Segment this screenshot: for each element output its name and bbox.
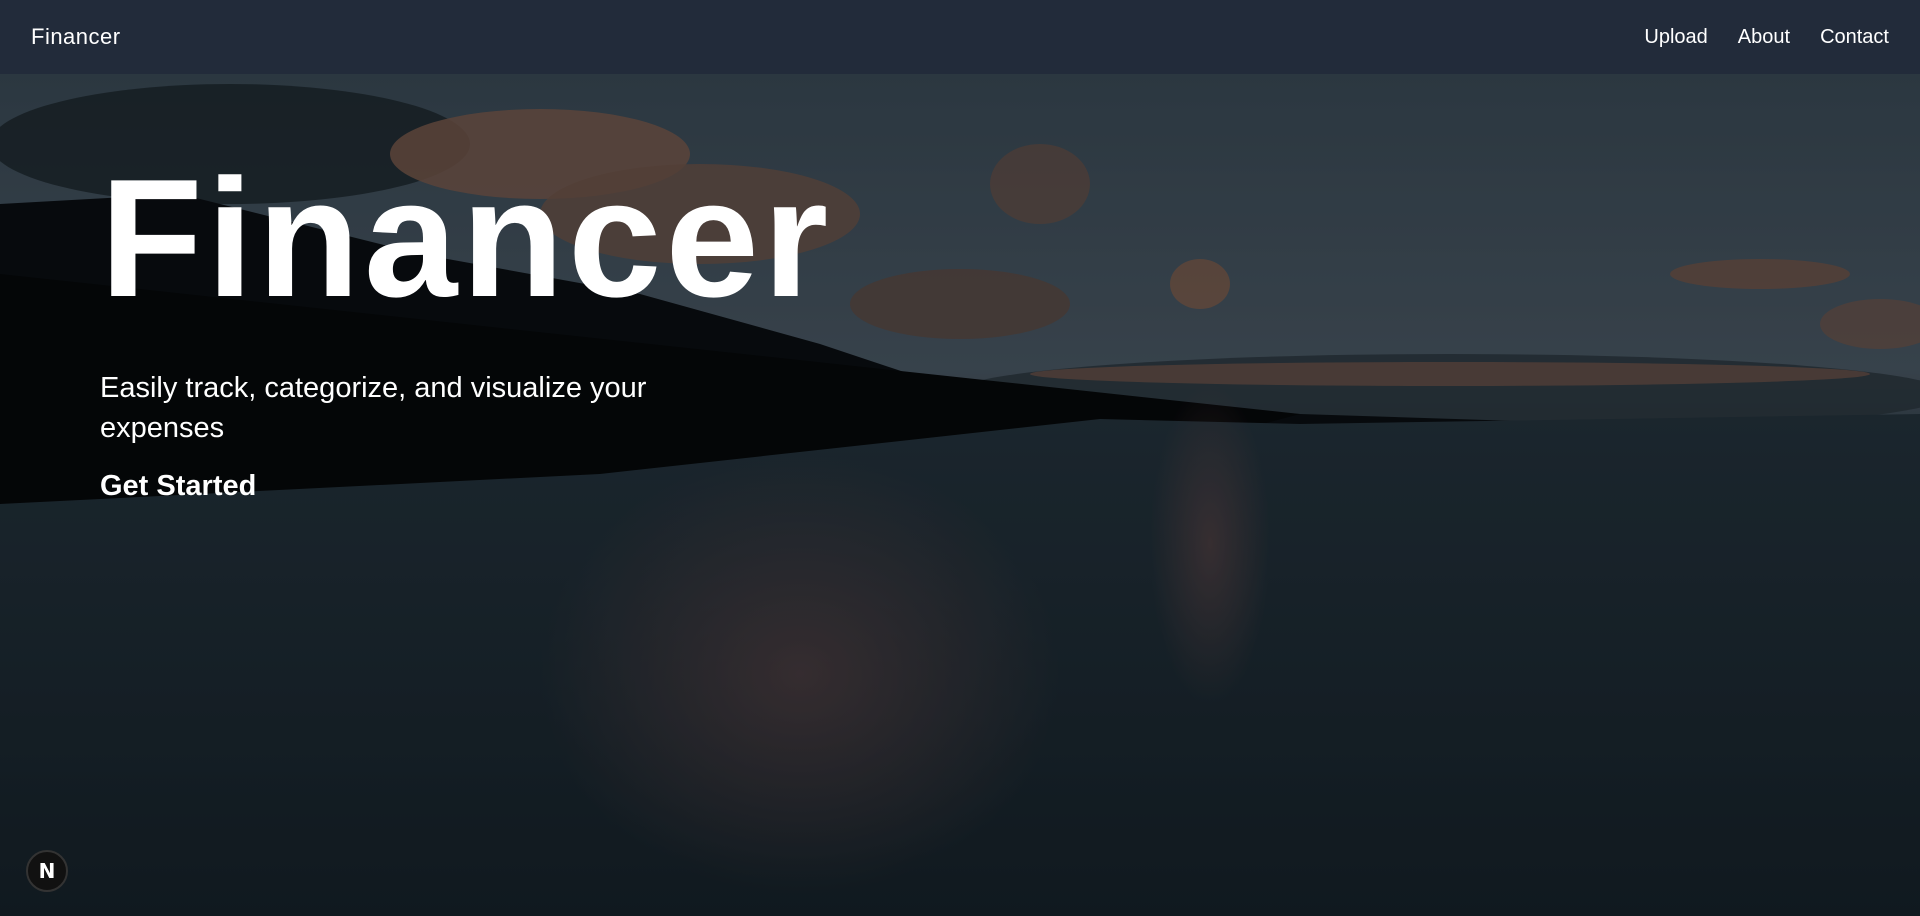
nav-about-link[interactable]: About (1738, 26, 1790, 49)
brand-logo[interactable]: Financer (31, 24, 121, 50)
get-started-button[interactable]: Get Started (100, 470, 256, 503)
nav-links: Upload About Contact (1644, 26, 1889, 49)
hero-section: Financer Easily track, categorize, and v… (0, 74, 1920, 916)
nav-contact-link[interactable]: Contact (1820, 26, 1889, 49)
navbar: Financer Upload About Contact (0, 0, 1920, 74)
nav-upload-link[interactable]: Upload (1644, 26, 1707, 49)
nextjs-icon[interactable]: N (26, 850, 68, 892)
nextjs-letter: N (38, 859, 56, 883)
hero-subtitle: Easily track, categorize, and visualize … (100, 372, 647, 444)
hero-title: Financer (100, 144, 833, 332)
